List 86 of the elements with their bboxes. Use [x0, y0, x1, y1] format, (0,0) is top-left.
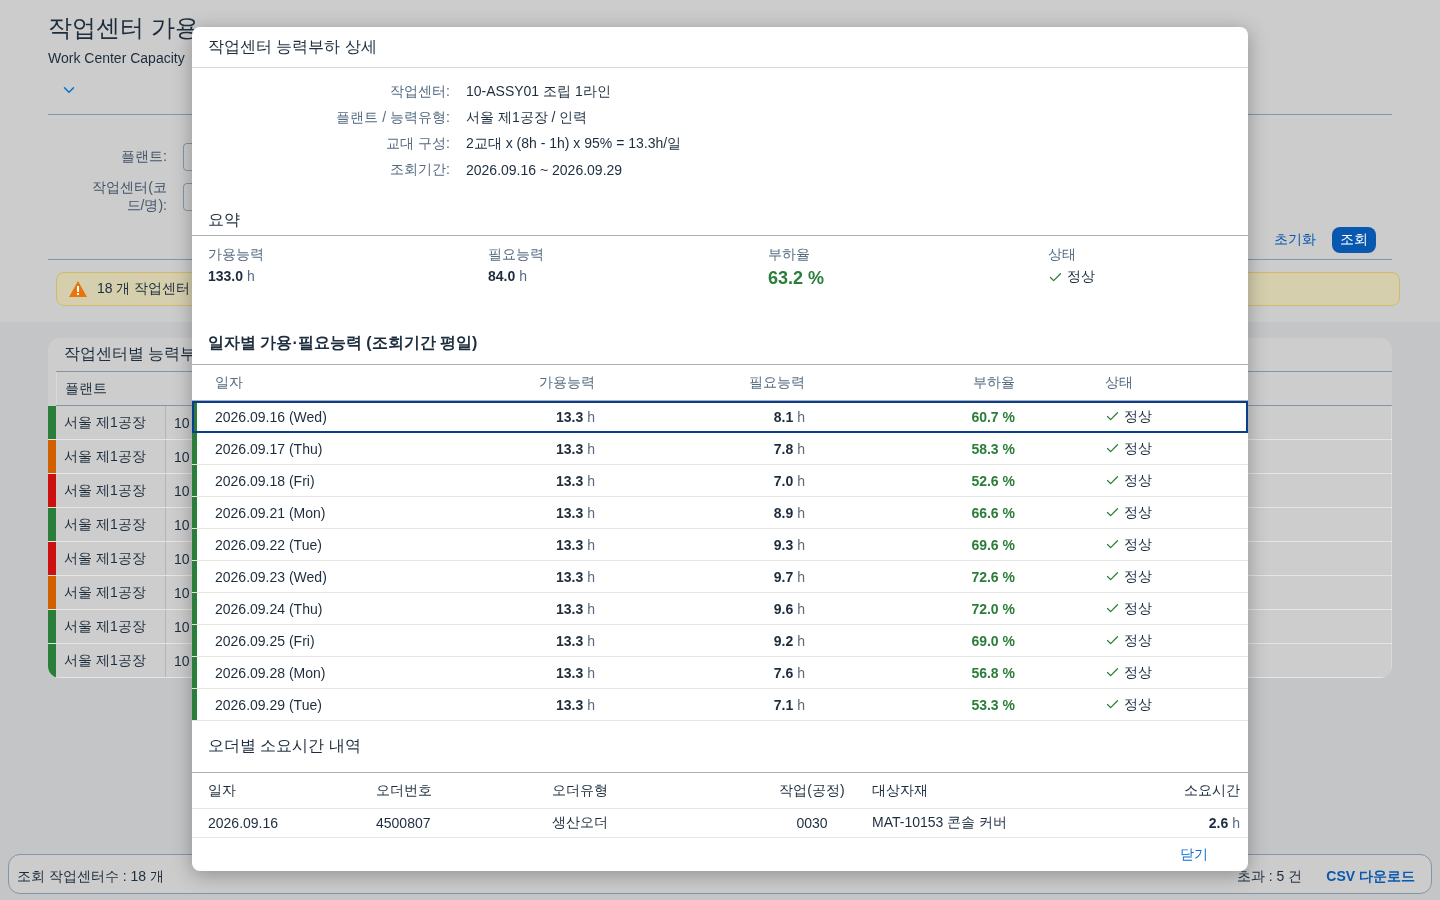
summary-label: 필요능력 — [488, 246, 545, 264]
status-text: 정상 — [1124, 407, 1152, 426]
info-label: 플랜트 / 능력유형: — [335, 109, 450, 127]
info-label: 작업센터: — [389, 83, 450, 101]
table-row[interactable]: 2026.09.29 (Tue) 13.3 h 7.1 h 53.3 % 정상 — [192, 689, 1248, 721]
summary-label: 가용능력 — [208, 246, 265, 264]
table-row[interactable]: 2026.09.24 (Thu) 13.3 h 9.6 h 72.0 % 정상 — [192, 593, 1248, 625]
column-header: 일자 — [214, 373, 244, 392]
column-header: 소요시간 — [1183, 781, 1240, 800]
count-text: 조회 작업센터수 : 18 개 — [17, 868, 165, 886]
column-header: 가용능력 — [538, 373, 595, 392]
status-text: 정상 — [1124, 439, 1152, 458]
summary-label: 부하율 — [768, 246, 811, 264]
over-count-text: 초과 : 5 건 — [1236, 868, 1303, 886]
csv-download-link[interactable]: CSV 다운로드 — [1326, 868, 1415, 886]
section-title: 오더별 소요시간 내역 — [192, 721, 1248, 773]
table-row[interactable]: 2026.09.23 (Wed) 13.3 h 9.7 h 72.6 % 정상 — [192, 561, 1248, 593]
table-row[interactable]: 2026.09.22 (Tue) 13.3 h 9.3 h 69.6 % 정상 — [192, 529, 1248, 561]
table-cell: 서울 제1공장 — [56, 576, 166, 609]
table-cell-text: 2.6 h — [1207, 815, 1240, 831]
page-subtitle: Work Center Capacity — [48, 50, 186, 66]
table-cell-text: 0030 — [795, 815, 829, 831]
table-cell-text: 7.8 h — [772, 440, 805, 457]
column-header: 일자 — [208, 781, 237, 800]
filter-label: 작업센터(코드/명): — [91, 179, 167, 215]
info-value: 서울 제1공장 / 인력 — [466, 109, 589, 127]
status-text: 정상 — [1067, 268, 1095, 286]
info-value: 10-ASSY01 조립 1라인 — [466, 83, 612, 101]
table-cell-text: 53.3 % — [970, 696, 1015, 713]
table-row[interactable]: 2026.09.18 (Fri) 13.3 h 7.0 h 52.6 % 정상 — [192, 465, 1248, 497]
table-cell-text: 2026.09.17 (Thu) — [214, 440, 324, 457]
column-header: 필요능력 — [748, 373, 805, 392]
table-cell-text: 52.6 % — [970, 472, 1015, 489]
table-cell-text: 8.1 h — [772, 408, 805, 425]
table-cell-text: 2026.09.29 (Tue) — [214, 696, 323, 713]
table-cell-text: MAT-10153 콘솔 커버 — [872, 814, 1009, 832]
table-cell-text: 생산오더 — [552, 814, 609, 832]
summary-label: 상태 — [1048, 246, 1077, 264]
table-row[interactable]: 2026.09.17 (Thu) 13.3 h 7.8 h 58.3 % 정상 — [192, 433, 1248, 465]
table-cell: 서울 제1공장 — [56, 474, 166, 507]
column-header: 오더유형 — [552, 781, 609, 800]
column-header: 오더번호 — [376, 781, 433, 800]
column-header: 상태 — [1104, 373, 1134, 392]
table-cell-text: 2026.09.16 (Wed) — [214, 408, 328, 425]
column-header: 대상자재 — [872, 781, 929, 800]
table-cell-text: 13.3 h — [554, 696, 595, 713]
summary-value: 84.0 h — [488, 268, 529, 284]
info-value: 2교대 x (8h - 1h) x 95% = 13.3h/일 — [466, 135, 683, 153]
table-cell: 서울 제1공장 — [56, 542, 166, 575]
table-cell-text: 13.3 h — [554, 440, 595, 457]
table-row[interactable]: 2026.09.25 (Fri) 13.3 h 9.2 h 69.0 % 정상 — [192, 625, 1248, 657]
table-cell-text: 7.0 h — [772, 472, 805, 489]
table-cell-text: 2026.09.18 (Fri) — [214, 472, 316, 489]
info-label: 교대 구성: — [385, 135, 450, 153]
status-text: 정상 — [1124, 695, 1152, 714]
info-label: 조회기간: — [389, 161, 450, 179]
table-cell: 서울 제1공장 — [56, 644, 166, 677]
table-row[interactable]: 2026.09.28 (Mon) 13.3 h 7.6 h 56.8 % 정상 — [192, 657, 1248, 689]
column-header: 플랜트 — [56, 372, 174, 405]
summary-value: 133.0 h — [208, 268, 256, 284]
table-cell-text: 60.7 % — [970, 408, 1015, 425]
close-button[interactable]: 닫기 — [1174, 844, 1214, 865]
warning-icon — [69, 281, 87, 297]
table-cell-text: 13.3 h — [554, 472, 595, 489]
search-button[interactable]: 조회 — [1332, 227, 1376, 253]
table-cell-text: 13.3 h — [554, 408, 595, 425]
load-rate-value: 63.2 % — [768, 268, 826, 289]
table-row[interactable]: 2026.09.21 (Mon) 13.3 h 8.9 h 66.6 % 정상 — [192, 497, 1248, 529]
section-title: 요약 — [192, 206, 1248, 236]
section-title: 일자별 가용·필요능력 (조회기간 평일) — [192, 322, 1248, 365]
status-text: 정상 — [1124, 471, 1152, 490]
table-cell-text: 7.1 h — [772, 696, 805, 713]
table-cell: 서울 제1공장 — [56, 440, 166, 473]
reset-button[interactable]: 초기화 — [1266, 227, 1324, 253]
table-cell-text: 2026.09.16 — [208, 815, 280, 831]
table-cell: 서울 제1공장 — [56, 508, 166, 541]
info-value: 2026.09.16 ~ 2026.09.29 — [466, 162, 624, 178]
table-cell: 서울 제1공장 — [56, 610, 166, 643]
table-row[interactable]: 2026.09.16 (Wed) 13.3 h 8.1 h 60.7 % 정상 — [192, 401, 1248, 433]
table-cell-text: 58.3 % — [970, 440, 1015, 457]
warning-text: 18 개 작업센터 — [97, 280, 191, 298]
table-cell: 서울 제1공장 — [56, 406, 166, 439]
table-cell-text: 4500807 — [376, 815, 432, 831]
column-header: 부하율 — [972, 373, 1015, 392]
filter-label: 플랜트: — [120, 148, 167, 166]
column-header: 작업(공정) — [778, 781, 846, 800]
